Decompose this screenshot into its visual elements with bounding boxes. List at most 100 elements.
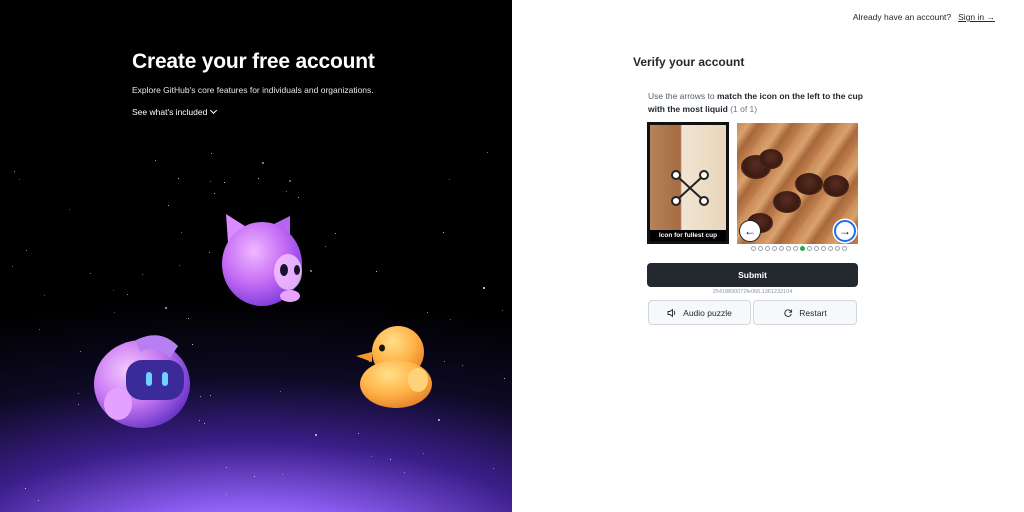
crossed-bones-icon	[671, 170, 709, 206]
star	[19, 179, 20, 180]
pagination-dot	[779, 246, 784, 251]
star	[450, 319, 451, 320]
star	[325, 246, 326, 247]
pagination-dot	[765, 246, 770, 251]
star	[262, 162, 264, 164]
star	[423, 453, 424, 454]
puzzle-count: (1 of 1)	[730, 103, 758, 114]
chevron-down-icon	[210, 106, 218, 115]
star	[179, 265, 180, 266]
page-subheading: Explore GitHub's core features for indiv…	[132, 85, 374, 95]
next-arrow-button[interactable]: →	[834, 220, 856, 242]
star	[462, 365, 463, 366]
star	[204, 423, 205, 424]
star	[254, 476, 255, 477]
star	[113, 290, 114, 291]
star	[289, 180, 291, 182]
see-whats-included-toggle[interactable]: See what's included	[132, 106, 218, 117]
star	[210, 395, 211, 396]
star	[224, 182, 225, 183]
star	[443, 232, 444, 233]
puzzle-pagination	[751, 246, 847, 251]
star	[427, 312, 428, 313]
star	[404, 472, 405, 473]
star	[487, 152, 488, 153]
star	[90, 273, 91, 274]
see-whats-included-label: See what's included	[132, 107, 208, 117]
star	[188, 318, 189, 319]
star	[200, 396, 201, 397]
star	[371, 456, 372, 457]
verify-title: Verify your account	[633, 55, 745, 69]
star	[12, 266, 13, 267]
pagination-dot	[800, 246, 805, 251]
restart-button[interactable]: Restart	[753, 300, 857, 325]
star	[210, 181, 211, 182]
star	[282, 474, 283, 475]
session-id: 25418890072fe066.1361232104	[712, 289, 793, 295]
star	[25, 488, 26, 489]
star	[114, 312, 115, 313]
star	[14, 171, 15, 172]
star	[142, 274, 143, 275]
cups-photo-tile: ← →	[737, 123, 858, 244]
star	[226, 494, 227, 495]
previous-arrow-button[interactable]: ←	[739, 220, 761, 242]
star	[209, 252, 210, 253]
pagination-dot	[807, 246, 812, 251]
star	[258, 178, 259, 179]
star	[315, 434, 317, 436]
promo-panel: Create your free account Explore GitHub'…	[0, 0, 512, 512]
star	[44, 295, 45, 296]
speaker-icon	[667, 308, 676, 317]
signin-prompt: Already have an account? Sign in →	[853, 12, 995, 22]
star	[78, 404, 79, 405]
star	[358, 433, 359, 434]
star	[80, 351, 81, 352]
star	[483, 287, 485, 289]
star	[335, 233, 336, 234]
audio-puzzle-button[interactable]: Audio puzzle	[648, 300, 751, 325]
pagination-dot	[821, 246, 826, 251]
audio-puzzle-label: Audio puzzle	[683, 307, 732, 318]
restart-label: Restart	[799, 307, 827, 318]
star	[298, 197, 299, 198]
star	[181, 232, 182, 233]
star	[502, 310, 503, 311]
star	[39, 329, 40, 330]
cup-image	[759, 149, 783, 169]
star	[214, 193, 215, 194]
star	[178, 178, 179, 179]
star	[438, 419, 440, 421]
pagination-dot	[786, 246, 791, 251]
octocat-mascot-illustration	[222, 214, 302, 306]
star	[199, 420, 200, 421]
sign-in-link[interactable]: Sign in →	[958, 12, 995, 22]
star	[127, 294, 128, 295]
pagination-dot	[758, 246, 763, 251]
star	[78, 393, 79, 394]
star	[211, 153, 212, 154]
pagination-dot	[772, 246, 777, 251]
instruction-text: Use the arrows to	[648, 91, 717, 101]
refresh-icon	[784, 308, 793, 317]
duck-mascot-illustration	[356, 326, 432, 408]
submit-button[interactable]: Submit	[647, 263, 858, 287]
star	[280, 391, 281, 392]
captcha-instructions: Use the arrows to match the icon on the …	[648, 90, 863, 115]
cup-image	[773, 191, 801, 213]
already-have-account-text: Already have an account?	[852, 12, 952, 22]
star	[376, 271, 377, 272]
star	[310, 270, 312, 272]
star	[226, 467, 227, 468]
pagination-dot	[842, 246, 847, 251]
copilot-robot-mascot-illustration	[94, 335, 190, 428]
star	[504, 378, 505, 379]
star	[449, 179, 450, 180]
star	[38, 500, 39, 501]
star	[165, 307, 167, 309]
cup-image	[823, 175, 849, 197]
star	[168, 205, 169, 206]
pagination-dot	[814, 246, 819, 251]
pagination-dot	[751, 246, 756, 251]
